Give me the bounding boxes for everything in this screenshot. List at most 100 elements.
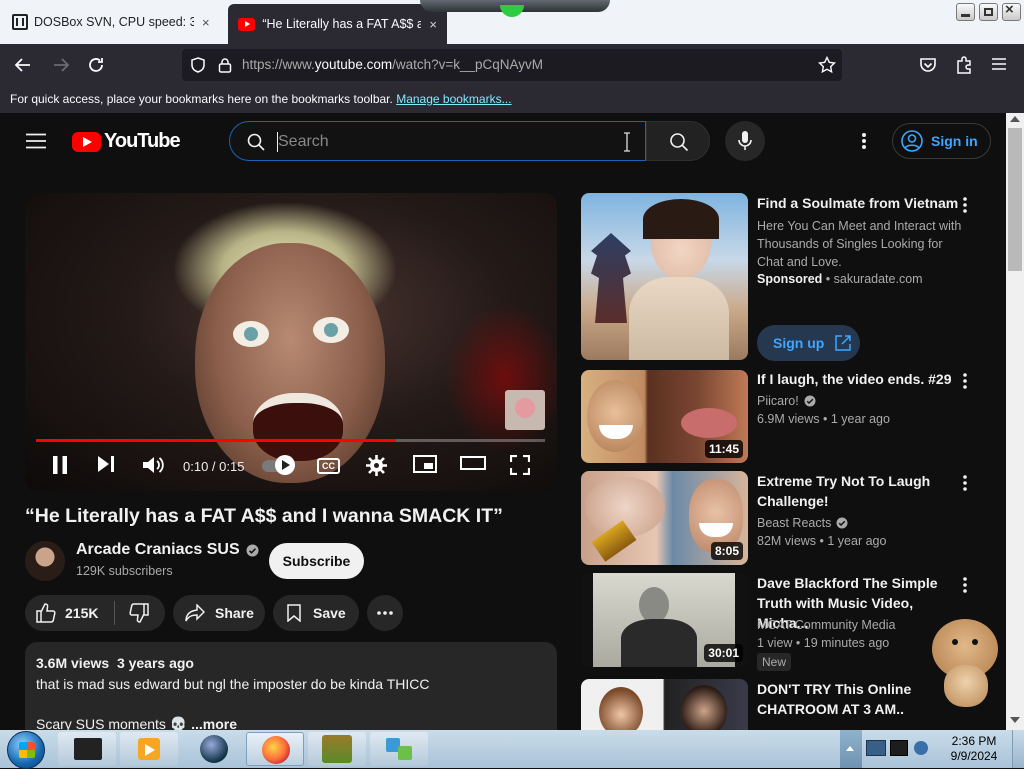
tray-volume-icon[interactable] [914,741,928,755]
scroll-up-arrow-icon[interactable] [1010,116,1020,122]
share-icon [185,604,205,622]
verified-check-icon [804,395,816,407]
tab-close-icon[interactable]: × [202,15,210,30]
tray-display-icon[interactable] [890,740,908,756]
time-display: 0:10 / 0:15 [183,459,245,474]
tab-favicon-icon [12,14,28,30]
pocket-icon[interactable] [919,56,937,74]
like-dislike-group: 215K [25,595,165,631]
pause-icon[interactable] [52,455,68,475]
taskbar-app-globe[interactable] [184,732,242,766]
hamburger-menu-icon[interactable] [991,57,1007,71]
related-thumbnail[interactable]: 8:05 [581,471,748,565]
close-window-button[interactable]: × [1002,1,1021,21]
taskbar-clock[interactable]: 2:36 PM 9/9/2024 [938,734,1010,764]
settings-gear-icon[interactable] [366,455,387,476]
tray-network-icon[interactable] [866,740,886,756]
bookmarks-toolbar: For quick access, place your bookmarks h… [0,86,1024,113]
taskbar-app-firefox[interactable] [246,732,304,766]
related-thumbnail[interactable]: 11:45 [581,370,748,463]
manage-bookmarks-link[interactable]: Manage bookmarks... [396,92,511,106]
url-bar[interactable]: https://www.youtube.com/watch?v=k__pCqNA… [182,49,842,81]
search-icon [670,133,689,152]
ad-signup-button[interactable]: Sign up [757,325,860,361]
tab-dosbox[interactable]: DOSBox SVN, CPU speed: 3000 × [2,4,224,40]
tray-arrow-icon[interactable] [846,746,854,751]
progress-played [36,439,397,442]
kebab-menu-icon[interactable] [962,373,968,389]
dislike-button[interactable] [115,603,149,623]
kebab-menu-icon[interactable] [962,475,968,491]
save-button[interactable]: Save [273,595,359,631]
share-button[interactable]: Share [173,595,265,631]
youtube-logo[interactable]: YouTube [72,130,181,153]
restore-button[interactable] [979,3,998,21]
thumbs-up-icon [36,603,56,623]
taskbar: 2:36 PM 9/9/2024 [0,730,1024,769]
subscribe-button[interactable]: Subscribe [269,543,364,579]
minimize-button[interactable] [956,3,975,21]
start-button[interactable] [7,731,45,769]
more-actions-button[interactable] [367,595,403,631]
guide-menu-icon[interactable] [26,133,46,149]
video-player[interactable]: 0:10 / 0:15 CC [25,193,557,491]
volume-icon[interactable] [142,455,164,475]
search-button[interactable] [646,121,710,161]
miniplayer-icon[interactable] [413,455,437,473]
channel-watermark[interactable] [505,390,545,430]
extensions-icon[interactable] [955,55,973,75]
channel-name[interactable]: Arcade Craniacs SUS [76,541,259,559]
red-glow [445,303,557,453]
reload-icon[interactable] [87,56,105,74]
settings-more-icon[interactable] [861,132,867,150]
video-frame [135,203,435,491]
related-channel[interactable]: Beast Reacts [757,516,848,530]
like-button[interactable]: 215K [25,603,114,623]
more-link[interactable]: ...more [191,716,237,730]
taskbar-app-dosbox-dog[interactable] [308,732,366,766]
related-thumbnail[interactable] [581,679,748,730]
taskbar-app-dosbox[interactable] [58,732,116,766]
tab-close-icon[interactable]: × [429,17,437,32]
lock-icon[interactable] [218,57,232,73]
ad-body: Here You Can Meet and Interact with Thou… [757,219,962,269]
autoplay-toggle[interactable] [262,455,295,475]
search-input[interactable]: Search [229,121,646,161]
related-title[interactable]: If I laugh, the video ends. #29 [757,369,962,389]
sign-in-button[interactable]: Sign in [892,123,991,159]
taskbar-app-network[interactable] [370,732,428,766]
shield-icon[interactable] [190,57,206,73]
kebab-menu-icon[interactable] [962,197,968,213]
duration-badge: 11:45 [704,440,743,458]
fullscreen-icon[interactable] [510,455,530,475]
show-desktop-button[interactable] [1012,730,1024,768]
captions-icon[interactable]: CC [317,458,340,474]
bookmark-star-icon[interactable] [818,56,836,74]
ad-title[interactable]: Find a Soulmate from Vietnam [757,193,962,213]
subscriber-count: 129K subscribers [76,564,173,578]
forward-arrow-icon[interactable] [52,56,70,74]
scrollbar-thumb[interactable] [1008,128,1022,271]
ibeam-cursor-icon [624,132,630,152]
tab-youtube[interactable]: “He Literally has a FAT A$$ and × [228,4,447,44]
related-title[interactable]: Extreme Try Not To Laugh Challenge! [757,471,962,511]
description-box[interactable]: 3.6M views 3 years ago that is mad sus e… [25,642,557,730]
next-icon[interactable] [97,455,115,473]
related-channel[interactable]: Piicaro! [757,394,816,408]
progress-bar[interactable] [36,439,545,442]
taskbar-app-media-player[interactable] [120,732,178,766]
ad-thumbnail[interactable] [581,193,748,360]
scroll-down-arrow-icon[interactable] [1010,717,1020,723]
tab-title: DOSBox SVN, CPU speed: 3000 [34,15,194,29]
browser-nav-bar: https://www.youtube.com/watch?v=k__pCqNA… [0,44,1024,86]
channel-avatar[interactable] [25,541,65,581]
theater-mode-icon[interactable] [460,455,486,471]
related-thumbnail[interactable]: 30:01 [581,573,748,667]
voice-search-button[interactable] [725,121,765,161]
description-line2: Scary SUS moments 💀 ...more [36,716,238,730]
related-channel[interactable]: MCAT Community Media [757,618,895,632]
account-icon [901,130,923,152]
kebab-menu-icon[interactable] [962,577,968,593]
back-arrow-icon[interactable] [14,56,32,74]
url-text[interactable]: https://www.youtube.com/watch?v=k__pCqNA… [242,57,543,72]
